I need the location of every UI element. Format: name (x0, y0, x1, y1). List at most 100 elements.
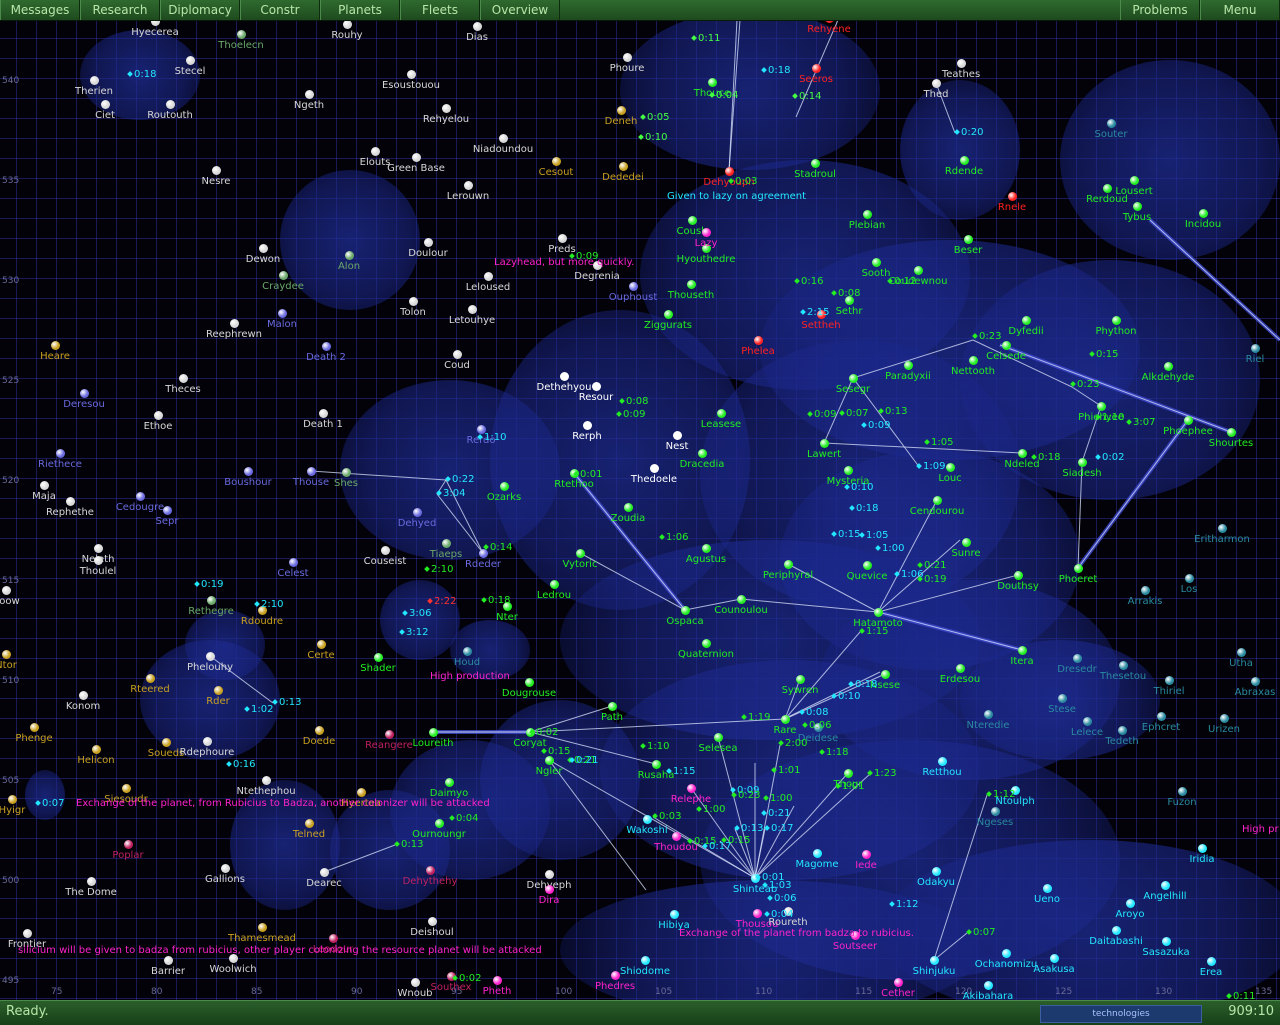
star-thour[interactable] (844, 769, 853, 778)
fleet-eta[interactable]: 1:18 (820, 747, 848, 758)
star-dracedia[interactable] (698, 449, 707, 458)
star-incidou[interactable] (1199, 209, 1208, 218)
star-couseist[interactable] (381, 546, 390, 555)
star-houd[interactable] (463, 647, 472, 656)
star-hyertea[interactable] (357, 788, 366, 797)
fleet-eta[interactable]: 0:06 (803, 720, 831, 731)
fleet-eta[interactable]: 1:05 (925, 437, 953, 448)
fleet-eta[interactable]: 1:10 (1096, 412, 1124, 423)
fleet-eta[interactable]: 1:15 (667, 766, 695, 777)
menu-fleets[interactable]: Fleets (400, 0, 480, 20)
fleet-eta[interactable]: 0:19 (195, 579, 223, 590)
fleet-eta[interactable]: 0:16 (795, 276, 823, 287)
star-deishoul[interactable] (428, 917, 437, 926)
star-stadroul[interactable] (811, 159, 820, 168)
star-deneh[interactable] (617, 106, 626, 115)
fleet-eta[interactable]: 0:23 (1071, 379, 1099, 390)
star-iridia[interactable] (1198, 844, 1207, 853)
star-dehyed[interactable] (413, 508, 422, 517)
star-soueds[interactable] (162, 738, 171, 747)
star-phiehyee[interactable] (1097, 402, 1106, 411)
menu-planets[interactable]: Planets (320, 0, 400, 20)
star-angelhill[interactable] (1161, 881, 1170, 890)
fleet-eta[interactable]: 0:08 (800, 707, 828, 718)
fleet-eta[interactable]: 2:00 (779, 738, 807, 749)
star-hatamoto[interactable] (874, 608, 883, 617)
fleet-eta[interactable]: 0:07 (840, 408, 868, 419)
star-rteered[interactable] (146, 674, 155, 683)
star-rusaha[interactable] (652, 760, 661, 769)
fleet-eta[interactable]: 0:21 (762, 808, 790, 819)
star-thoulel[interactable] (94, 556, 103, 565)
star-cedougre[interactable] (136, 492, 145, 501)
star-sywren[interactable] (796, 675, 805, 684)
star-utha[interactable] (1237, 648, 1246, 657)
fleet-eta[interactable]: 0:02 (530, 727, 558, 738)
fleet-eta[interactable]: 1:19 (742, 712, 770, 723)
star-loureith[interactable] (429, 728, 438, 737)
fleet-eta[interactable]: 0:02 (1096, 452, 1124, 463)
star-tolon[interactable] (409, 297, 418, 306)
star-lawert[interactable] (820, 439, 829, 448)
star-shader[interactable] (374, 653, 383, 662)
fleet-eta[interactable]: 1:10 (641, 741, 669, 752)
star-stese[interactable] (1058, 694, 1067, 703)
fleet-eta[interactable]: 1:01 (772, 765, 800, 776)
star-daimyo[interactable] (445, 778, 454, 787)
star-riel[interactable] (1251, 344, 1260, 353)
star-sasazuka[interactable] (1162, 937, 1171, 946)
star-souter[interactable] (1107, 119, 1116, 128)
fleet-eta[interactable]: 0:04 (450, 813, 478, 824)
star-theces[interactable] (179, 374, 188, 383)
star-mysteria[interactable] (844, 466, 853, 475)
star-thouce[interactable] (708, 78, 717, 87)
star-rerph[interactable] (583, 421, 592, 430)
star-cesout[interactable] (552, 157, 561, 166)
star-phoeret[interactable] (1074, 564, 1083, 573)
star-nesre[interactable] (212, 166, 221, 175)
star-rnele[interactable] (1008, 192, 1017, 201)
star-ndeled[interactable] (1018, 449, 1027, 458)
star-frontier[interactable] (23, 929, 32, 938)
star-dehyeph[interactable] (545, 870, 554, 879)
fleet-eta[interactable]: 0:23 (973, 331, 1001, 342)
fleet-eta[interactable]: 3:12 (400, 627, 428, 638)
fleet-eta[interactable]: 0:07 (967, 927, 995, 938)
star-telned[interactable] (305, 819, 314, 828)
star-tiaeps[interactable] (442, 539, 451, 548)
fleet-eta[interactable]: 0:04 (710, 90, 738, 101)
star-plebian[interactable] (863, 210, 872, 219)
star-ciet[interactable] (101, 100, 110, 109)
star-certe[interactable] (317, 640, 326, 649)
star-dira[interactable] (545, 885, 554, 894)
star-shourtes[interactable] (1227, 428, 1236, 437)
star-craydee[interactable] (279, 271, 288, 280)
fleet-eta[interactable]: 0:18 (849, 679, 877, 690)
fleet-eta[interactable]: 0:12 (888, 276, 916, 287)
star-quaternion[interactable] (702, 639, 711, 648)
fleet-eta[interactable]: 2:10 (425, 564, 453, 575)
fleet-eta[interactable]: 0:22 (446, 474, 474, 485)
star-thouseth[interactable] (687, 280, 696, 289)
star-eritharmon[interactable] (1218, 524, 1227, 533)
star-ephcret[interactable] (1157, 712, 1166, 721)
star-relephe[interactable] (687, 784, 696, 793)
star-lazy[interactable] (702, 228, 711, 237)
star-nettooth[interactable] (969, 356, 978, 365)
star-leloused[interactable] (484, 272, 493, 281)
star-phelea[interactable] (754, 336, 763, 345)
star-vytoric[interactable] (576, 549, 585, 558)
star-counoulou[interactable] (737, 595, 746, 604)
star-erdesou[interactable] (956, 664, 965, 673)
star-quevice[interactable] (863, 561, 872, 570)
star-doede[interactable] (315, 726, 324, 735)
star-coush[interactable] (688, 216, 697, 225)
fleet-eta[interactable]: 0:08 (620, 396, 648, 407)
fleet-eta[interactable]: 0:01 (574, 469, 602, 480)
star-alon[interactable] (345, 251, 354, 260)
star-maja[interactable] (40, 481, 49, 490)
star-malon[interactable] (278, 309, 287, 318)
star-ozarks[interactable] (500, 482, 509, 491)
star-konom[interactable] (79, 691, 88, 700)
fleet-eta[interactable]: 0:08 (832, 288, 860, 299)
